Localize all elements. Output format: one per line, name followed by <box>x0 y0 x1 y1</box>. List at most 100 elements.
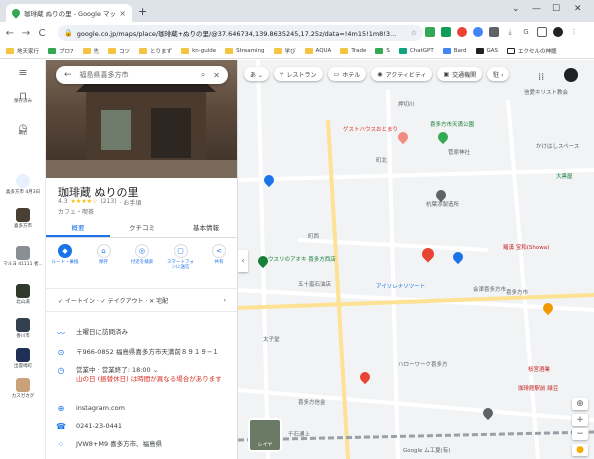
map-label[interactable]: ウスリのアオキ 喜多方西店 <box>268 255 336 263</box>
map-label[interactable]: アイソレナソツート <box>376 282 425 290</box>
map-label[interactable]: ゲストハウスおとまり <box>343 125 398 133</box>
map-label[interactable]: 喜多方信金 <box>298 398 326 406</box>
chip-parking[interactable]: 駐 › <box>487 67 510 81</box>
map-label[interactable]: 会津喜多方市 <box>473 285 506 293</box>
phone-row[interactable]: ☎ 0241-23-0441 <box>56 422 232 431</box>
language-chip[interactable]: あ ⌄ <box>244 67 269 81</box>
map-label[interactable]: 桜宮酒業 <box>528 365 550 373</box>
bookmark-item[interactable]: AQUA <box>304 48 331 54</box>
pegman-icon[interactable]: ● <box>572 444 588 456</box>
map-label[interactable]: 珈琲館駅前 緑豆 <box>518 384 558 392</box>
back-button[interactable]: ← <box>2 28 18 39</box>
website-row[interactable]: ⊕ instagram.com <box>56 404 232 413</box>
bookmark-item[interactable]: Streaming <box>225 48 265 54</box>
extension-icon[interactable] <box>457 27 467 37</box>
rail-recent-place[interactable]: カスガカグ <box>0 378 46 399</box>
search-input[interactable]: 福島県喜多方市 <box>80 70 193 80</box>
menu-icon[interactable]: ≡ <box>0 67 46 78</box>
profile-avatar[interactable] <box>553 27 563 37</box>
maps-search-box[interactable]: ← 福島県喜多方市 ⌕ ✕ <box>56 66 228 84</box>
chip-activities[interactable]: ◉ アクティビティ <box>371 67 433 81</box>
bookmark-item[interactable]: 学び <box>273 47 296 55</box>
extension-icon[interactable] <box>489 27 499 37</box>
browser-tab[interactable]: 珈琲蔵 ぬりの里 - Google マップ × <box>6 4 132 22</box>
share-button[interactable]: < 共有 <box>204 244 234 270</box>
new-tab-button[interactable]: + <box>138 5 147 18</box>
chip-hotels[interactable]: ▭ ホテル <box>327 67 367 81</box>
review-count[interactable]: (213) <box>100 198 116 207</box>
rail-recent-place[interactable]: 喜多方市 <box>0 208 46 229</box>
map-label[interactable]: 菅原神社 <box>448 148 470 156</box>
close-window-button[interactable]: ✕ <box>574 4 582 14</box>
tab-overview[interactable]: 概要 <box>46 218 110 237</box>
clear-icon[interactable]: ✕ <box>213 71 220 80</box>
plus-code-row[interactable]: ⁘ JVW8+M9 喜多方市、福島県 <box>56 440 232 449</box>
rail-recent-place[interactable]: 出雲崎町 <box>0 348 46 369</box>
rail-recent-place[interactable]: 香川市 <box>0 318 46 339</box>
bookmark-item[interactable]: プロ7 <box>48 47 74 55</box>
map-label[interactable]: ハローワーク喜多方 <box>398 360 448 368</box>
rail-recent-place[interactable]: 喜多方市 4月3日 <box>0 174 46 195</box>
bookmark-item[interactable]: Bard <box>442 48 467 54</box>
save-button[interactable]: ⌂ 保存 <box>89 244 119 270</box>
map-label[interactable]: 杭葉添製造所 <box>426 200 459 208</box>
collapse-panel-button[interactable]: ‹ <box>238 250 248 272</box>
apps-grid-icon[interactable]: ⁞⁞ <box>538 72 544 83</box>
sidepanel-icon[interactable] <box>537 27 547 37</box>
bookmark-item[interactable]: 先 <box>82 47 99 55</box>
rail-recent-place[interactable]: 北山湯 <box>0 284 46 305</box>
layers-button[interactable]: レイヤ <box>248 418 282 452</box>
maximize-button[interactable]: ☐ <box>552 4 560 14</box>
bookmark-item[interactable]: コツ <box>108 47 130 55</box>
nearby-button[interactable]: ◎ 付近を検索 <box>127 244 157 270</box>
map-label[interactable]: 信愛キリスト教会 <box>524 88 568 96</box>
account-avatar[interactable] <box>564 68 578 82</box>
reload-button[interactable]: C <box>34 28 50 39</box>
chip-transit[interactable]: ▣ 交通機関 <box>437 67 483 81</box>
bookmark-item[interactable]: ChatGPT <box>398 48 434 54</box>
map-label[interactable]: 大黒屋 <box>556 172 573 180</box>
tab-search-icon[interactable]: ⌄ <box>512 4 520 14</box>
zoom-out-button[interactable]: − <box>572 428 588 440</box>
map-label[interactable]: 五十嵐石油店 <box>298 280 331 288</box>
tab-close-icon[interactable]: × <box>119 9 126 18</box>
map-canvas[interactable]: あ ⌄ ⑂ レストラン ▭ ホテル ◉ アクティビティ ▣ 交通機関 駐 › ⁞⁞ ‹ … <box>238 60 594 459</box>
bookmark-item[interactable]: エクセルの神髄 <box>507 47 557 55</box>
tab-about[interactable]: 基本情報 <box>174 218 237 237</box>
rating-row[interactable]: 4.3 ★★★★☆ (213) · お手頃 <box>58 198 141 207</box>
directions-button[interactable]: ◆ ルート・乗換 <box>50 244 80 270</box>
bookmark-star-icon[interactable]: ☆ <box>411 29 417 37</box>
compass-button[interactable]: ⊕ <box>572 398 588 410</box>
rail-recent-place[interactable]: マルヨ 41111 者... <box>0 246 46 267</box>
bookmark-item[interactable]: Trade <box>340 48 366 54</box>
service-options[interactable]: ✓ イートイン · ✓ テイクアウト · ✕ 宅配 › <box>46 288 237 312</box>
forward-button[interactable]: → <box>18 28 34 39</box>
bookmark-item[interactable]: kn-guide <box>181 48 216 54</box>
zoom-in-button[interactable]: + <box>572 414 588 426</box>
minimize-button[interactable]: — <box>532 4 541 14</box>
visited-row[interactable]: 〰 土曜日に訪問済み <box>56 328 232 339</box>
bookmark-item[interactable]: S <box>375 48 390 54</box>
extension-icon[interactable] <box>441 27 451 37</box>
address-bar[interactable]: 🔒 google.co.jp/maps/place/珈琲蔵+ぬりの里/@37.6… <box>58 25 423 41</box>
back-arrow-icon[interactable]: ← <box>64 70 72 80</box>
rail-saved[interactable]: ⊓ 保存済み <box>0 92 46 105</box>
rail-recent[interactable]: ◷ 最近 <box>0 124 46 137</box>
download-icon[interactable]: ⤓ <box>505 27 515 37</box>
bookmark-item[interactable]: とりまず <box>139 47 172 55</box>
map-label[interactable]: 羅漢 宝和(Showa) <box>503 243 549 251</box>
bookmark-item[interactable]: GAS <box>475 48 498 54</box>
place-category[interactable]: カフェ・喫茶 <box>58 207 94 216</box>
map-label[interactable]: かけはしスペース <box>536 142 579 150</box>
send-to-phone-button[interactable]: ▢ スマートフォンに送信 <box>166 244 196 270</box>
search-icon[interactable]: ⌕ <box>201 70 205 80</box>
google-icon[interactable]: G <box>521 27 531 37</box>
menu-kebab-icon[interactable]: ⋮ <box>569 27 579 37</box>
map-label[interactable]: 喜多方市天満公園 <box>430 120 474 128</box>
hours-row[interactable]: ◷ 営業中 · 営業終了: 18:00 ⌄ 山の日 (振替休日) は時間が異なる… <box>56 366 232 384</box>
extension-icon[interactable] <box>473 27 483 37</box>
extension-icon[interactable] <box>425 27 435 37</box>
address-row[interactable]: ⊙ 〒966-0852 福島県喜多方市天満前８９１９−１ <box>56 348 232 357</box>
chip-restaurants[interactable]: ⑂ レストラン <box>273 67 323 81</box>
bookmark-item[interactable]: 地天家行 <box>6 47 39 55</box>
